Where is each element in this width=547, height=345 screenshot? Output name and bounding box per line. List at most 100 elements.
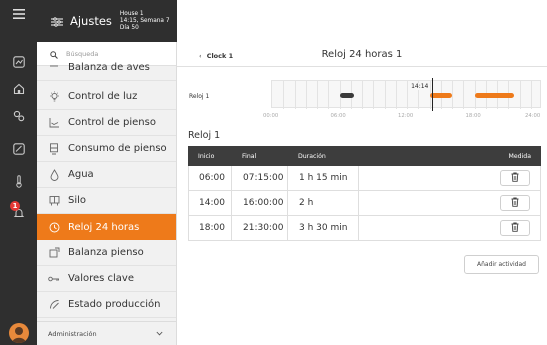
sliders-icon xyxy=(51,12,63,31)
cell-start[interactable]: 06:00 xyxy=(189,166,232,190)
sidebar-item-balanza-aves[interactable]: Balanza de aves xyxy=(37,55,176,81)
house-icon[interactable] xyxy=(0,78,37,100)
settings-header: Ajustes House 1 14:15, Semana 7 Día 50 xyxy=(37,0,177,42)
sidebar-item-label: Control de pienso xyxy=(68,117,156,128)
timeline-now-marker xyxy=(432,78,434,111)
table-header: Inicio Final Duración Medida xyxy=(188,146,541,166)
user-avatar[interactable] xyxy=(9,323,29,343)
cell-end[interactable]: 16:00:00 xyxy=(232,191,288,215)
col-start-header: Inicio xyxy=(198,152,215,160)
sidebar-item-label: Balanza de aves xyxy=(68,62,150,73)
delete-button[interactable] xyxy=(500,170,530,186)
trash-icon xyxy=(511,172,519,185)
feed-chart-icon xyxy=(47,117,61,128)
icon-rail: 1 xyxy=(0,0,37,345)
timeline-hour-label: 06:00 xyxy=(330,113,346,119)
timeline-now-label: 14:14 xyxy=(410,83,430,90)
cell-duration: 3 h 30 min xyxy=(288,216,359,240)
sidebar-item-balanza-pienso[interactable]: Balanza pienso xyxy=(37,240,176,266)
col-action-header: Medida xyxy=(508,152,531,160)
col-duration-header: Duración xyxy=(298,152,326,160)
settings-sidebar: Búsqueda Balanza de aves Control de luz … xyxy=(37,42,177,345)
sidebar-item-label: Reloj 24 horas xyxy=(68,221,140,233)
sidebar-item-label: Control de luz xyxy=(68,91,138,102)
silo-icon xyxy=(47,195,61,206)
add-activity-button[interactable]: Añadir actividad xyxy=(464,255,539,274)
sidebar-item-label: Agua xyxy=(68,169,94,180)
timeline-hour-tick xyxy=(395,81,397,109)
production-icon xyxy=(47,299,61,310)
cell-end[interactable]: 21:30:00 xyxy=(232,216,288,240)
header-divider xyxy=(177,66,547,67)
sidebar-item-label: Balanza pienso xyxy=(68,247,144,258)
cell-action xyxy=(359,191,540,215)
timeline-hour-label: 12:00 xyxy=(398,113,414,119)
timeline-hour-tick xyxy=(463,81,465,109)
delete-button[interactable] xyxy=(500,220,530,236)
trash-icon xyxy=(511,197,519,210)
sidebar-item-reloj-24h[interactable]: Reloj 24 horas xyxy=(37,214,176,240)
cell-action xyxy=(359,216,540,240)
settings-title: Ajustes xyxy=(70,14,112,28)
administration-section[interactable]: Administración xyxy=(37,321,176,345)
timeline-hour-tick xyxy=(328,81,330,109)
timeline-hour-tick xyxy=(373,81,375,109)
house-datetime: 14:15, Semana 7 Día 50 xyxy=(119,17,170,31)
timeline-hour-tick xyxy=(384,81,386,109)
table-row: 18:00 21:30:00 3 h 30 min xyxy=(188,216,541,241)
col-end-header: Final xyxy=(242,152,257,160)
sidebar-item-estado-produccion[interactable]: Estado producción xyxy=(37,292,176,318)
timeline-hour-tick xyxy=(407,81,408,109)
table-row: 14:00 16:00:00 2 h xyxy=(188,191,541,216)
timeline-hour-tick xyxy=(452,81,453,109)
timeline-bar: 14:14 xyxy=(271,78,541,111)
cell-end[interactable]: 07:15:00 xyxy=(232,166,288,190)
sidebar-item-label: Silo xyxy=(68,195,87,206)
thermometer-icon[interactable] xyxy=(0,170,37,192)
sidebar-item-valores-clave[interactable]: Valores clave xyxy=(37,266,176,292)
chevron-down-icon xyxy=(156,330,163,338)
dashboard-gauge-icon[interactable] xyxy=(0,138,37,160)
cell-action xyxy=(359,166,540,190)
water-drop-icon xyxy=(47,168,61,181)
sidebar-item-consumo-pienso[interactable]: Consumo de pienso xyxy=(37,136,176,162)
scale-icon xyxy=(47,63,61,73)
clock-icon xyxy=(47,222,61,233)
timeline-hour-tick xyxy=(294,81,296,109)
timeline-hour-tick xyxy=(530,81,532,109)
sidebar-item-control-luz[interactable]: Control de luz xyxy=(37,84,176,110)
cell-duration: 2 h xyxy=(288,191,359,215)
timeline-hour-label: 00:00 xyxy=(263,113,279,119)
timeline-hour-label: 24:00 xyxy=(525,113,541,119)
timeline-hour-tick xyxy=(519,81,521,109)
sidebar-item-label: Valores clave xyxy=(68,273,134,284)
sidebar-item-label: Estado producción xyxy=(68,299,161,310)
timeline-hour-label: 18:00 xyxy=(465,113,481,119)
cell-start[interactable]: 14:00 xyxy=(189,191,232,215)
main-content: ‹ Clock 1 Reloj 24 horas 1 Reloj 1 14:14… xyxy=(177,0,547,345)
timeline-label: Reloj 1 xyxy=(189,93,210,100)
activities-table: Inicio Final Duración Medida 06:00 07:15… xyxy=(188,146,541,241)
trash-icon xyxy=(511,222,519,235)
administration-label: Administración xyxy=(48,329,97,338)
sidebar-item-label: Consumo de pienso xyxy=(68,143,167,154)
hamburger-menu-icon[interactable] xyxy=(0,3,37,25)
timeline-hour-tick xyxy=(283,81,285,109)
sidebar-item-silo[interactable]: Silo xyxy=(37,188,176,214)
timeline-period-bar xyxy=(339,93,354,98)
notification-badge: 1 xyxy=(10,201,20,211)
table-row: 06:00 07:15:00 1 h 15 min xyxy=(188,166,541,191)
settings-gears-icon[interactable] xyxy=(0,105,37,127)
bulb-icon xyxy=(47,91,61,103)
section-title: Reloj 1 xyxy=(188,130,221,141)
timeline-hour-tick xyxy=(317,81,318,109)
cell-duration: 1 h 15 min xyxy=(288,166,359,190)
dashboard-icon[interactable] xyxy=(0,51,37,73)
house-name: House 1 xyxy=(119,10,144,17)
sidebar-item-control-pienso[interactable]: Control de pienso xyxy=(37,110,176,136)
feed-scale-icon xyxy=(47,247,61,258)
timeline-hour-tick xyxy=(362,81,363,109)
cell-start[interactable]: 18:00 xyxy=(189,216,232,240)
delete-button[interactable] xyxy=(500,195,530,211)
sidebar-item-agua[interactable]: Agua xyxy=(37,162,176,188)
